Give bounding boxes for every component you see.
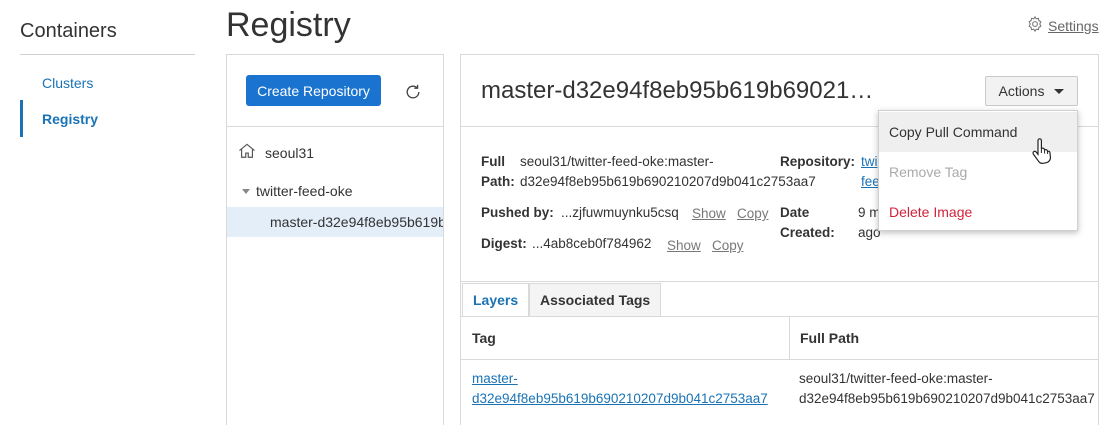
repository-link-line1[interactable]: twi xyxy=(861,154,878,169)
nav-divider xyxy=(20,54,195,55)
panel-divider xyxy=(227,126,443,127)
tree-item-repository[interactable]: twitter-feed-oke xyxy=(242,183,352,199)
row-full-path-line1: seoul31/twitter-feed-oke:master- xyxy=(799,371,993,386)
column-header-full-path[interactable]: Full Path xyxy=(800,330,859,346)
digest-label: Digest: xyxy=(481,236,527,251)
nav-item-clusters[interactable]: Clusters xyxy=(42,75,93,91)
full-path-value-line1: seoul31/twitter-feed-oke:master- xyxy=(520,154,714,169)
tree-repo-label: twitter-feed-oke xyxy=(256,183,353,199)
settings-link[interactable]: Settings xyxy=(1026,15,1099,36)
chevron-down-icon[interactable] xyxy=(242,188,250,194)
date-created-label-2: Created: xyxy=(780,225,835,240)
caret-down-icon xyxy=(1054,88,1065,94)
actions-button[interactable]: Actions xyxy=(985,76,1078,106)
settings-label: Settings xyxy=(1048,17,1099,34)
column-divider xyxy=(789,316,790,360)
tab-layers[interactable]: Layers xyxy=(462,283,530,316)
full-path-label-1: Full xyxy=(481,154,505,169)
tab-associated-tags[interactable]: Associated Tags xyxy=(529,283,662,316)
digest-copy-link[interactable]: Copy xyxy=(712,238,744,253)
repository-link-line2[interactable]: fee xyxy=(861,174,880,189)
nav-item-registry[interactable]: Registry xyxy=(42,111,98,127)
nav-active-indicator xyxy=(20,100,23,137)
digest-show-link[interactable]: Show xyxy=(667,238,701,253)
digest-value: ...4ab8ceb0f784962 xyxy=(532,236,652,251)
repository-label: Repository: xyxy=(780,154,856,169)
pushed-by-value: ...zjfuwmuynku5csq xyxy=(561,205,679,220)
actions-menu: Copy Pull Command Remove Tag Delete Imag… xyxy=(878,110,1078,231)
repository-tree-panel: Create Repository seoul31 twitter-feed-o… xyxy=(226,54,444,425)
page-title: Registry xyxy=(226,6,351,44)
actions-label: Actions xyxy=(998,83,1045,99)
table-header: Tag Full Path xyxy=(461,316,1098,360)
pushed-by-show-link[interactable]: Show xyxy=(692,206,726,221)
column-header-tag[interactable]: Tag xyxy=(472,330,496,346)
tree-item-compartment[interactable]: seoul31 xyxy=(237,141,314,164)
hand-cursor-icon xyxy=(1032,138,1052,164)
full-path-label-2: Path: xyxy=(481,174,515,189)
row-full-path-line2: d32e94f8eb95b619b690210207d9b041c2753aa7 xyxy=(799,391,1095,406)
row-tag-link-line1[interactable]: master- xyxy=(472,371,518,386)
full-path-value-line2: d32e94f8eb95b619b690210207d9b041c2753aa7 xyxy=(520,174,816,189)
refresh-icon[interactable] xyxy=(403,82,423,102)
image-title: master-d32e94f8eb95b619b69021… xyxy=(481,77,874,104)
home-icon xyxy=(237,141,257,164)
pushed-by-label: Pushed by: xyxy=(481,205,554,220)
tree-root-label: seoul31 xyxy=(265,144,315,161)
menu-item-delete-image[interactable]: Delete Image xyxy=(879,192,1077,232)
row-tag-link-line2[interactable]: d32e94f8eb95b619b690210207d9b041c2753aa7 xyxy=(472,391,768,406)
pushed-by-copy-link[interactable]: Copy xyxy=(737,206,769,221)
date-created-label-1: Date xyxy=(780,205,810,220)
gear-icon xyxy=(1026,15,1044,36)
nav-title: Containers xyxy=(20,20,117,42)
create-repository-button[interactable]: Create Repository xyxy=(246,75,381,106)
section-divider xyxy=(461,281,1098,282)
tree-item-image-tag[interactable]: master-d32e94f8eb95b619b690210207d9b041c… xyxy=(227,207,443,237)
